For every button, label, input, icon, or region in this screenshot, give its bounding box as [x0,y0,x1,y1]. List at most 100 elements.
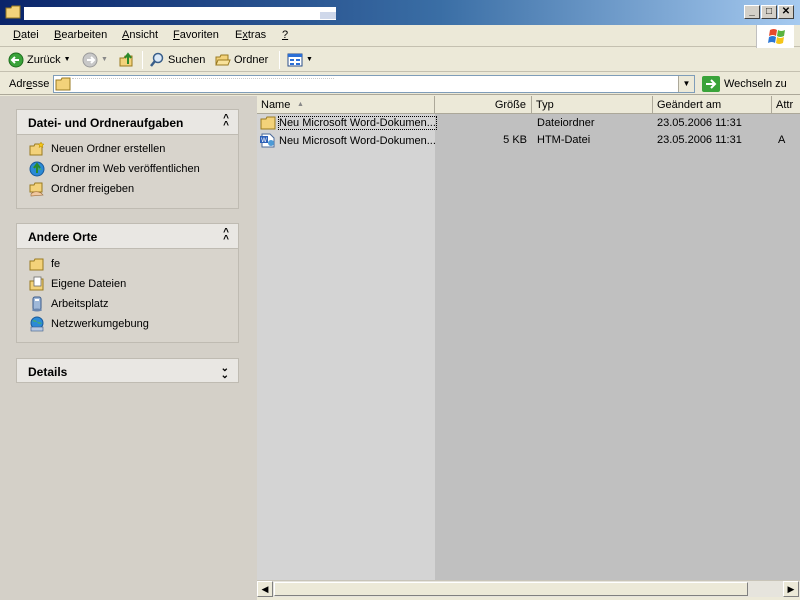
back-button[interactable]: Zurück ▼ [8,51,71,69]
file-attr-cell: A [778,134,786,146]
column-header-size[interactable]: Größe [435,96,532,114]
search-button[interactable]: Suchen [149,51,205,69]
sort-ascending-icon: ▲ [297,101,304,108]
file-size-cell: 5 KB [503,134,527,146]
scroll-left-button[interactable]: ◀ [257,581,273,597]
folder-icon [55,77,71,91]
place-network-label: Netzwerkumgebung [51,318,149,330]
panel-details-header[interactable]: Details ⌄ ⌄ [17,359,238,382]
scroll-right-button[interactable]: ▶ [783,581,799,597]
collapse-chevron-icon[interactable]: ^ ^ [223,114,229,131]
new-folder-icon [29,141,45,156]
menu-ansicht[interactable]: Ansicht [122,29,158,41]
forward-arrow-icon [82,52,98,68]
file-type-cell: Dateiordner [537,117,595,129]
expand-chevron-icon[interactable]: ⌄ ⌄ [221,364,229,381]
forward-button[interactable]: ▼ [82,51,108,69]
task-pane: Datei- und Ordneraufgaben ^ ^ Neuen Ordne… [0,96,257,600]
list-header: Name ▲ Größe Typ Geändert am Attr [257,96,800,114]
search-button-label: Suchen [168,54,206,66]
menu-datei[interactable]: Datei [13,29,39,41]
sorted-column-highlight [257,114,435,580]
views-dropdown-icon[interactable]: ▼ [306,56,313,64]
panel-file-tasks-header[interactable]: Datei- und Ordneraufgaben ^ ^ [17,110,238,135]
go-button-label: Wechseln zu [724,78,787,90]
explorer-window: _ □ ✕ Datei Bearbeiten Ansicht Favoriten… [0,0,800,600]
folder-icon [29,258,44,271]
close-button[interactable]: ✕ [778,5,794,19]
back-arrow-icon [8,52,24,68]
back-button-label: Zurück [27,54,61,66]
panel-other-places-title: Andere Orte [28,230,98,244]
up-folder-icon [119,52,133,67]
file-name-cell[interactable]: W Neu Microsoft Word-Dokumen... [260,133,436,148]
file-type-cell: HTM-Datei [537,134,591,146]
window-title-redacted [24,7,336,20]
forward-dropdown-icon[interactable]: ▼ [101,56,108,64]
toolbar-separator [142,51,143,69]
up-folder-button[interactable] [119,51,135,69]
place-my-computer-label: Arbeitsplatz [51,298,109,310]
my-computer-icon [32,296,42,312]
panel-file-tasks-title: Datei- und Ordneraufgaben [28,116,184,130]
place-my-computer[interactable]: Arbeitsplatz [29,296,108,312]
standard-toolbar: Zurück ▼ ▼ Suchen Ordner ▼ [0,48,800,72]
column-header-attributes[interactable]: Attr [772,96,800,114]
place-my-documents-label: Eigene Dateien [51,278,127,290]
go-button[interactable]: Wechseln zu [702,76,787,92]
address-bar: Adresse ▼ Wechseln zu [0,73,800,95]
menu-favoriten[interactable]: Favoriten [173,29,219,41]
svg-text:W: W [261,137,267,144]
toolbar-separator [279,51,280,69]
file-name-cell[interactable]: Neu Microsoft Word-Dokumen... [260,116,437,130]
windows-flag-icon [768,29,785,44]
my-documents-icon [29,276,44,291]
panel-details-title: Details [28,365,68,379]
address-path-redacted [72,78,334,90]
go-arrow-icon [702,76,720,92]
collapse-chevron-icon[interactable]: ^ ^ [223,228,229,245]
folders-button[interactable]: Ordner [215,51,268,69]
column-header-type[interactable]: Typ [532,96,653,114]
task-publish-web-label: Ordner im Web veröffentlichen [51,163,200,175]
task-share-folder[interactable]: Ordner freigeben [29,181,134,197]
maximize-button[interactable]: □ [761,5,777,19]
column-header-name[interactable]: Name ▲ [257,96,435,114]
window-title-redacted-tail [320,12,336,19]
file-list[interactable]: Name ▲ Größe Typ Geändert am Attr Neu Mi… [257,96,800,580]
folder-icon [260,116,276,130]
windows-logo [756,25,794,48]
table-row[interactable]: W Neu Microsoft Word-Dokumen... 5 KB HTM… [257,132,800,149]
table-row[interactable]: Neu Microsoft Word-Dokumen... Dateiordne… [257,115,800,132]
title-bar[interactable]: _ □ ✕ [0,0,800,25]
file-modified-cell: 23.05.2006 11:31 [657,117,742,129]
minimize-button[interactable]: _ [744,5,760,19]
place-network[interactable]: Netzwerkumgebung [29,316,149,332]
scroll-thumb[interactable] [274,582,748,596]
horizontal-scrollbar[interactable]: ◀ ▶ [257,580,800,597]
word-html-file-icon: W [260,133,275,148]
address-input[interactable]: ▼ [53,75,695,93]
panel-details: Details ⌄ ⌄ [16,358,239,383]
share-folder-icon [29,182,44,197]
menu-help[interactable]: ? [282,29,288,41]
back-dropdown-icon[interactable]: ▼ [64,56,71,64]
panel-other-places-header[interactable]: Andere Orte ^ ^ [17,224,238,249]
folders-icon [215,54,231,66]
task-publish-web[interactable]: Ordner im Web veröffentlichen [29,161,200,177]
place-fe[interactable]: fe [29,256,60,272]
column-header-modified[interactable]: Geändert am [653,96,772,114]
file-modified-cell: 23.05.2006 11:31 [657,134,742,146]
task-new-folder[interactable]: Neuen Ordner erstellen [29,141,165,157]
panel-other-places: Andere Orte ^ ^ fe Eigene Dateien Arbeit… [16,223,239,343]
views-button[interactable]: ▼ [287,51,313,69]
folders-button-label: Ordner [234,54,269,66]
place-fe-label: fe [51,258,61,270]
search-icon [150,52,164,67]
address-label: Adresse [9,78,50,90]
menu-extras[interactable]: Extras [235,29,266,41]
folder-icon [5,5,21,19]
place-my-documents[interactable]: Eigene Dateien [29,276,126,292]
address-dropdown-button[interactable]: ▼ [678,76,694,92]
menu-bearbeiten[interactable]: Bearbeiten [54,29,107,41]
